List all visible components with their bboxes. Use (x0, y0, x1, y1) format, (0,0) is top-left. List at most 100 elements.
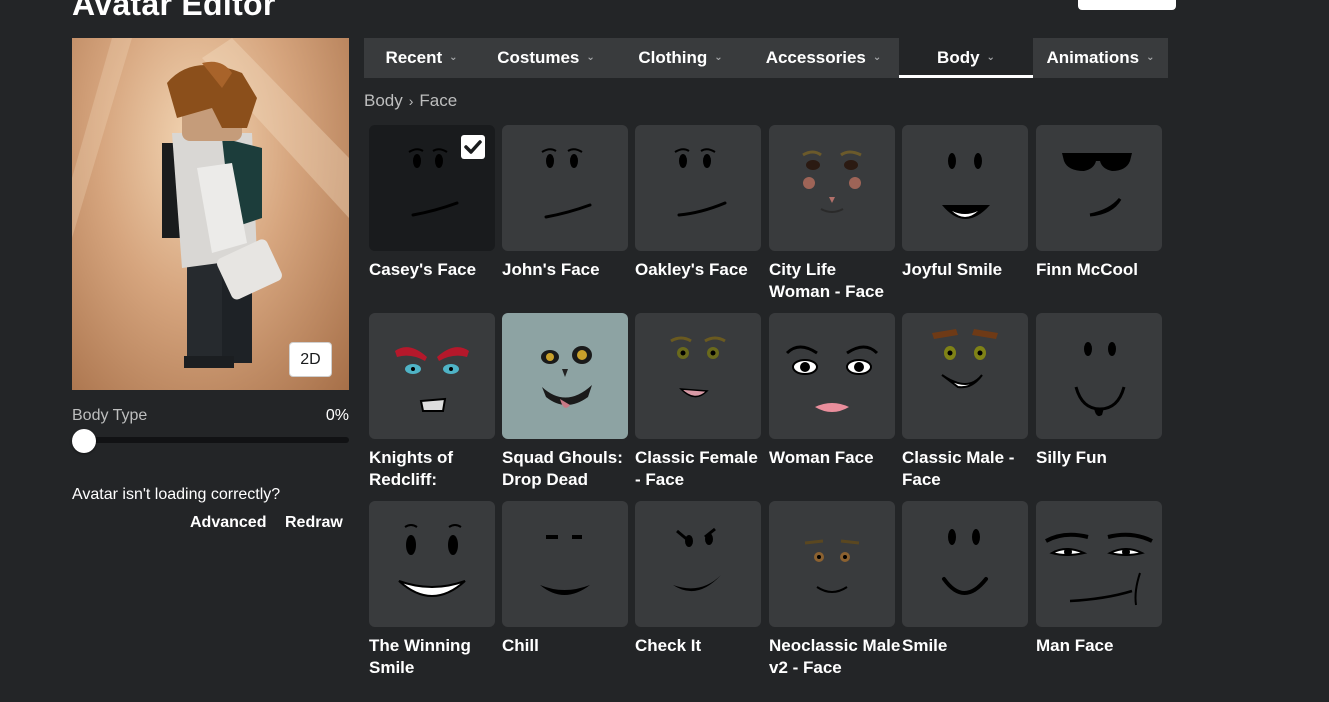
tab-label: Animations (1046, 48, 1140, 67)
avatar-editor-page: Avatar Editor 2D Body Type 0% Avatar isn… (0, 0, 1329, 702)
item-thumbnail[interactable] (502, 125, 628, 251)
item-card[interactable]: Knights of Redcliff: (369, 313, 495, 491)
item-thumbnail[interactable] (369, 313, 495, 439)
item-name[interactable]: Neoclassic Male v2 - Face (769, 635, 901, 679)
item-name[interactable]: Check It (635, 635, 767, 657)
body-type-slider-thumb[interactable] (72, 429, 96, 453)
redraw-link[interactable]: Redraw (285, 514, 343, 532)
item-card[interactable]: John's Face (502, 125, 628, 281)
item-name[interactable]: The Winning Smile (369, 635, 501, 679)
item-thumbnail[interactable] (1036, 125, 1162, 251)
top-right-button[interactable] (1078, 0, 1176, 10)
tab-label: Clothing (638, 48, 708, 67)
breadcrumb: Body › Face (364, 91, 457, 111)
face-john-icon (541, 148, 592, 219)
item-card[interactable]: The Winning Smile (369, 501, 495, 679)
face-neoclassic-male-icon (804, 539, 860, 593)
face-man-face-icon (1045, 532, 1153, 606)
item-thumbnail[interactable] (369, 125, 495, 251)
tab-clothing[interactable]: Clothing ⌄ (613, 38, 748, 78)
item-card[interactable]: Classic Female - Face (635, 313, 761, 491)
item-card[interactable]: Neoclassic Male v2 - Face (769, 501, 900, 679)
breadcrumb-parent[interactable]: Body (364, 91, 403, 111)
item-card[interactable]: Smile (902, 501, 1028, 657)
item-thumbnail[interactable] (502, 313, 628, 439)
tab-label: Accessories (765, 48, 866, 67)
item-name[interactable]: Classic Male - Face (902, 447, 1034, 491)
face-smile-icon (942, 529, 988, 595)
item-card[interactable]: Silly Fun (1036, 313, 1162, 469)
item-name[interactable]: Finn McCool (1036, 259, 1168, 281)
item-card[interactable]: Joyful Smile (902, 125, 1028, 281)
item-name[interactable]: Squad Ghouls: Drop Dead (502, 447, 634, 491)
face-winning-smile-icon (398, 524, 466, 597)
item-name[interactable]: Smile (902, 635, 1034, 657)
tab-body[interactable]: Body ⌄ (899, 38, 1033, 78)
item-thumbnail[interactable] (369, 501, 495, 627)
chevron-down-icon: ⌄ (714, 51, 723, 63)
tab-animations[interactable]: Animations ⌄ (1033, 38, 1168, 78)
item-name[interactable]: Joyful Smile (902, 259, 1034, 281)
item-name[interactable]: Casey's Face (369, 259, 501, 281)
face-finn-mccool-icon (1062, 153, 1132, 217)
chevron-down-icon: ⌄ (986, 51, 995, 63)
tab-recent[interactable]: Recent ⌄ (364, 38, 479, 78)
chevron-down-icon: ⌄ (449, 51, 458, 63)
item-name[interactable]: Silly Fun (1036, 447, 1168, 469)
item-card[interactable]: City Life Woman - Face (769, 125, 895, 303)
body-type-value: 0% (325, 407, 349, 424)
item-thumbnail[interactable] (635, 313, 761, 439)
tab-label: Recent (385, 48, 443, 67)
face-city-life-woman-icon (802, 150, 862, 213)
item-thumbnail[interactable] (902, 501, 1028, 627)
item-name[interactable]: Classic Female - Face (635, 447, 767, 491)
item-name[interactable]: Chill (502, 635, 634, 657)
face-woman-face-icon (785, 345, 879, 412)
item-card[interactable]: Chill (502, 501, 628, 657)
face-classic-male-icon (932, 329, 998, 389)
toggle-2d-button[interactable]: 2D (289, 342, 332, 377)
face-check-it-icon (673, 527, 721, 592)
avatar-preview[interactable]: 2D (72, 38, 349, 390)
face-silly-fun-icon (1074, 342, 1126, 417)
tab-costumes[interactable]: Costumes ⌄ (479, 38, 613, 78)
item-thumbnail[interactable] (1036, 501, 1162, 627)
item-card[interactable]: Check It (635, 501, 761, 657)
face-chill-icon (540, 535, 590, 595)
item-thumbnail[interactable] (635, 501, 761, 627)
item-thumbnail[interactable] (1036, 313, 1162, 439)
face-squad-ghouls-icon (541, 346, 592, 408)
advanced-link[interactable]: Advanced (190, 514, 266, 532)
tab-label: Body (937, 48, 980, 67)
item-thumbnail[interactable] (902, 125, 1028, 251)
item-card[interactable]: Finn McCool (1036, 125, 1162, 281)
item-name[interactable]: Oakley's Face (635, 259, 767, 281)
item-card[interactable]: Casey's Face (369, 125, 495, 281)
chevron-right-icon: › (408, 93, 414, 109)
item-card[interactable]: Squad Ghouls: Drop Dead (502, 313, 628, 491)
item-name[interactable]: Knights of Redcliff: (369, 447, 501, 491)
item-card[interactable]: Classic Male - Face (902, 313, 1028, 491)
item-name[interactable]: City Life Woman - Face (769, 259, 901, 303)
item-card[interactable]: Woman Face (769, 313, 895, 469)
item-card[interactable]: Oakley's Face (635, 125, 761, 281)
item-thumbnail[interactable] (769, 313, 895, 439)
item-name[interactable]: Woman Face (769, 447, 901, 469)
body-type-slider-track[interactable] (72, 437, 349, 443)
page-title: Avatar Editor (72, 0, 276, 22)
tab-accessories[interactable]: Accessories ⌄ (748, 38, 899, 78)
tab-label: Costumes (497, 48, 580, 67)
item-thumbnail[interactable] (502, 501, 628, 627)
item-name[interactable]: Man Face (1036, 635, 1168, 657)
item-thumbnail[interactable] (902, 313, 1028, 439)
breadcrumb-current: Face (419, 91, 458, 110)
checkmark-icon (461, 135, 485, 159)
item-thumbnail[interactable] (769, 501, 895, 627)
category-tabs: Recent ⌄ Costumes ⌄ Clothing ⌄ Accessories ⌄… (364, 38, 1168, 78)
item-thumbnail[interactable] (635, 125, 761, 251)
face-classic-female-icon (670, 336, 726, 398)
item-thumbnail[interactable] (769, 125, 895, 251)
item-card[interactable]: Man Face (1036, 501, 1162, 657)
body-type-label: Body Type (72, 407, 148, 424)
item-name[interactable]: John's Face (502, 259, 634, 281)
